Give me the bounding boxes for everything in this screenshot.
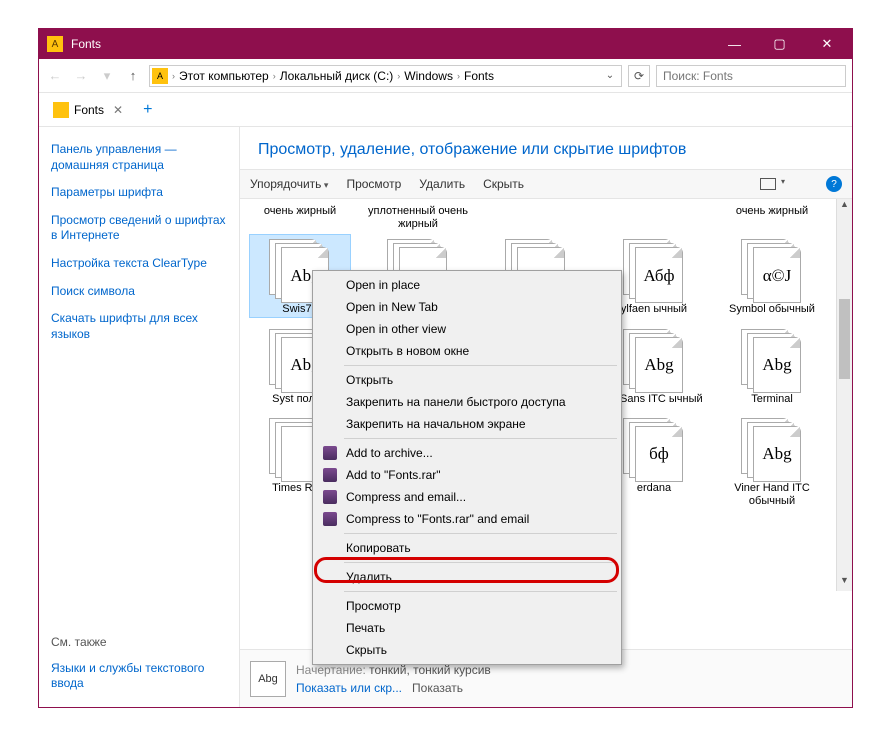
- font-label: Viner Hand ITC обычный: [722, 482, 822, 508]
- font-label: Symbol обычный: [722, 303, 822, 316]
- toolbar: Упорядочить Просмотр Удалить Скрыть ?: [240, 169, 852, 199]
- tab-label: Fonts: [74, 103, 104, 117]
- scrollbar[interactable]: ▲ ▼: [836, 199, 852, 591]
- menu-item[interactable]: Add to archive...: [316, 442, 618, 464]
- details-show-value: Показать: [412, 681, 463, 695]
- menu-item[interactable]: Удалить: [316, 566, 618, 588]
- forward-button[interactable]: →: [71, 66, 91, 86]
- font-item[interactable]: α©JSymbol обычный: [722, 235, 822, 316]
- winrar-icon: [322, 511, 338, 527]
- hide-button[interactable]: Скрыть: [483, 177, 524, 191]
- see-also-label: См. также: [51, 630, 227, 654]
- page-heading: Просмотр, удаление, отображение или скры…: [240, 127, 852, 169]
- menu-item[interactable]: Open in New Tab: [316, 296, 618, 318]
- new-tab-button[interactable]: +: [135, 101, 160, 119]
- menu-item[interactable]: Compress and email...: [316, 486, 618, 508]
- titlebar[interactable]: A Fonts — ▢ ✕: [39, 29, 852, 59]
- details-thumbnail: Abg: [250, 661, 286, 697]
- menu-separator: [344, 562, 617, 563]
- minimize-button[interactable]: —: [712, 29, 757, 59]
- help-button[interactable]: ?: [826, 176, 842, 192]
- breadcrumb[interactable]: Fonts: [464, 69, 494, 83]
- sidebar-link[interactable]: Настройка текста ClearType: [51, 251, 227, 277]
- scroll-down-icon[interactable]: ▼: [837, 575, 852, 591]
- nav-row: ← → ▾ ↑ A › Этот компьютер› Локальный ди…: [39, 59, 852, 93]
- details-show-link[interactable]: Показать или скр...: [296, 681, 402, 695]
- menu-separator: [344, 365, 617, 366]
- menu-item[interactable]: Compress to "Fonts.rar" and email: [316, 508, 618, 530]
- context-menu: Open in placeOpen in New TabOpen in othe…: [312, 270, 622, 665]
- breadcrumb[interactable]: Windows: [404, 69, 453, 83]
- sidebar-link[interactable]: Параметры шрифта: [51, 180, 227, 206]
- menu-item[interactable]: Open in place: [316, 274, 618, 296]
- sidebar-link[interactable]: Панель управления — домашняя страница: [51, 137, 227, 178]
- font-item[interactable]: AbgTerminal: [722, 325, 822, 406]
- menu-item[interactable]: Просмотр: [316, 595, 618, 617]
- refresh-button[interactable]: ⟳: [628, 65, 650, 87]
- app-icon: A: [47, 36, 63, 52]
- winrar-icon: [322, 467, 338, 483]
- menu-item[interactable]: Open in other view: [316, 318, 618, 340]
- tab-fonts[interactable]: Fonts ✕: [47, 98, 129, 122]
- organize-button[interactable]: Упорядочить: [250, 177, 328, 191]
- address-bar[interactable]: A › Этот компьютер› Локальный диск (C:)›…: [149, 65, 622, 87]
- winrar-icon: [322, 489, 338, 505]
- folder-icon: [53, 102, 69, 118]
- scroll-up-icon[interactable]: ▲: [837, 199, 852, 215]
- menu-separator: [344, 591, 617, 592]
- address-dropdown[interactable]: ⌄: [601, 70, 619, 81]
- menu-item[interactable]: Копировать: [316, 537, 618, 559]
- sidebar-link[interactable]: Просмотр сведений о шрифтах в Интернете: [51, 208, 227, 249]
- font-item[interactable]: AbgViner Hand ITC обычный: [722, 414, 822, 508]
- view-options-button[interactable]: [760, 178, 776, 190]
- menu-separator: [344, 438, 617, 439]
- menu-item[interactable]: Закрепить на начальном экране: [316, 413, 618, 435]
- preview-button[interactable]: Просмотр: [346, 177, 401, 191]
- sidebar-link[interactable]: Языки и службы текстового ввода: [51, 656, 227, 697]
- tab-close-icon[interactable]: ✕: [113, 103, 123, 117]
- menu-separator: [344, 533, 617, 534]
- menu-item[interactable]: Открыть: [316, 369, 618, 391]
- folder-icon: A: [152, 68, 168, 84]
- delete-button[interactable]: Удалить: [419, 177, 465, 191]
- window-title: Fonts: [71, 37, 712, 51]
- font-label: Terminal: [722, 393, 822, 406]
- sidebar-link[interactable]: Поиск символа: [51, 279, 227, 305]
- up-button[interactable]: ↑: [123, 66, 143, 86]
- close-button[interactable]: ✕: [802, 29, 852, 59]
- winrar-icon: [322, 445, 338, 461]
- menu-item[interactable]: Открыть в новом окне: [316, 340, 618, 362]
- scroll-thumb[interactable]: [839, 299, 850, 379]
- maximize-button[interactable]: ▢: [757, 29, 802, 59]
- menu-item[interactable]: Закрепить на панели быстрого доступа: [316, 391, 618, 413]
- sidebar: Панель управления — домашняя страница Па…: [39, 127, 239, 707]
- back-button[interactable]: ←: [45, 66, 65, 86]
- tab-row: Fonts ✕ +: [39, 93, 852, 127]
- menu-item[interactable]: Add to "Fonts.rar": [316, 464, 618, 486]
- search-input[interactable]: [656, 65, 846, 87]
- breadcrumb[interactable]: Этот компьютер: [179, 69, 269, 83]
- menu-item[interactable]: Печать: [316, 617, 618, 639]
- breadcrumb[interactable]: Локальный диск (C:): [280, 69, 394, 83]
- sidebar-link[interactable]: Скачать шрифты для всех языков: [51, 306, 227, 347]
- menu-item[interactable]: Скрыть: [316, 639, 618, 661]
- recent-dropdown[interactable]: ▾: [97, 66, 117, 86]
